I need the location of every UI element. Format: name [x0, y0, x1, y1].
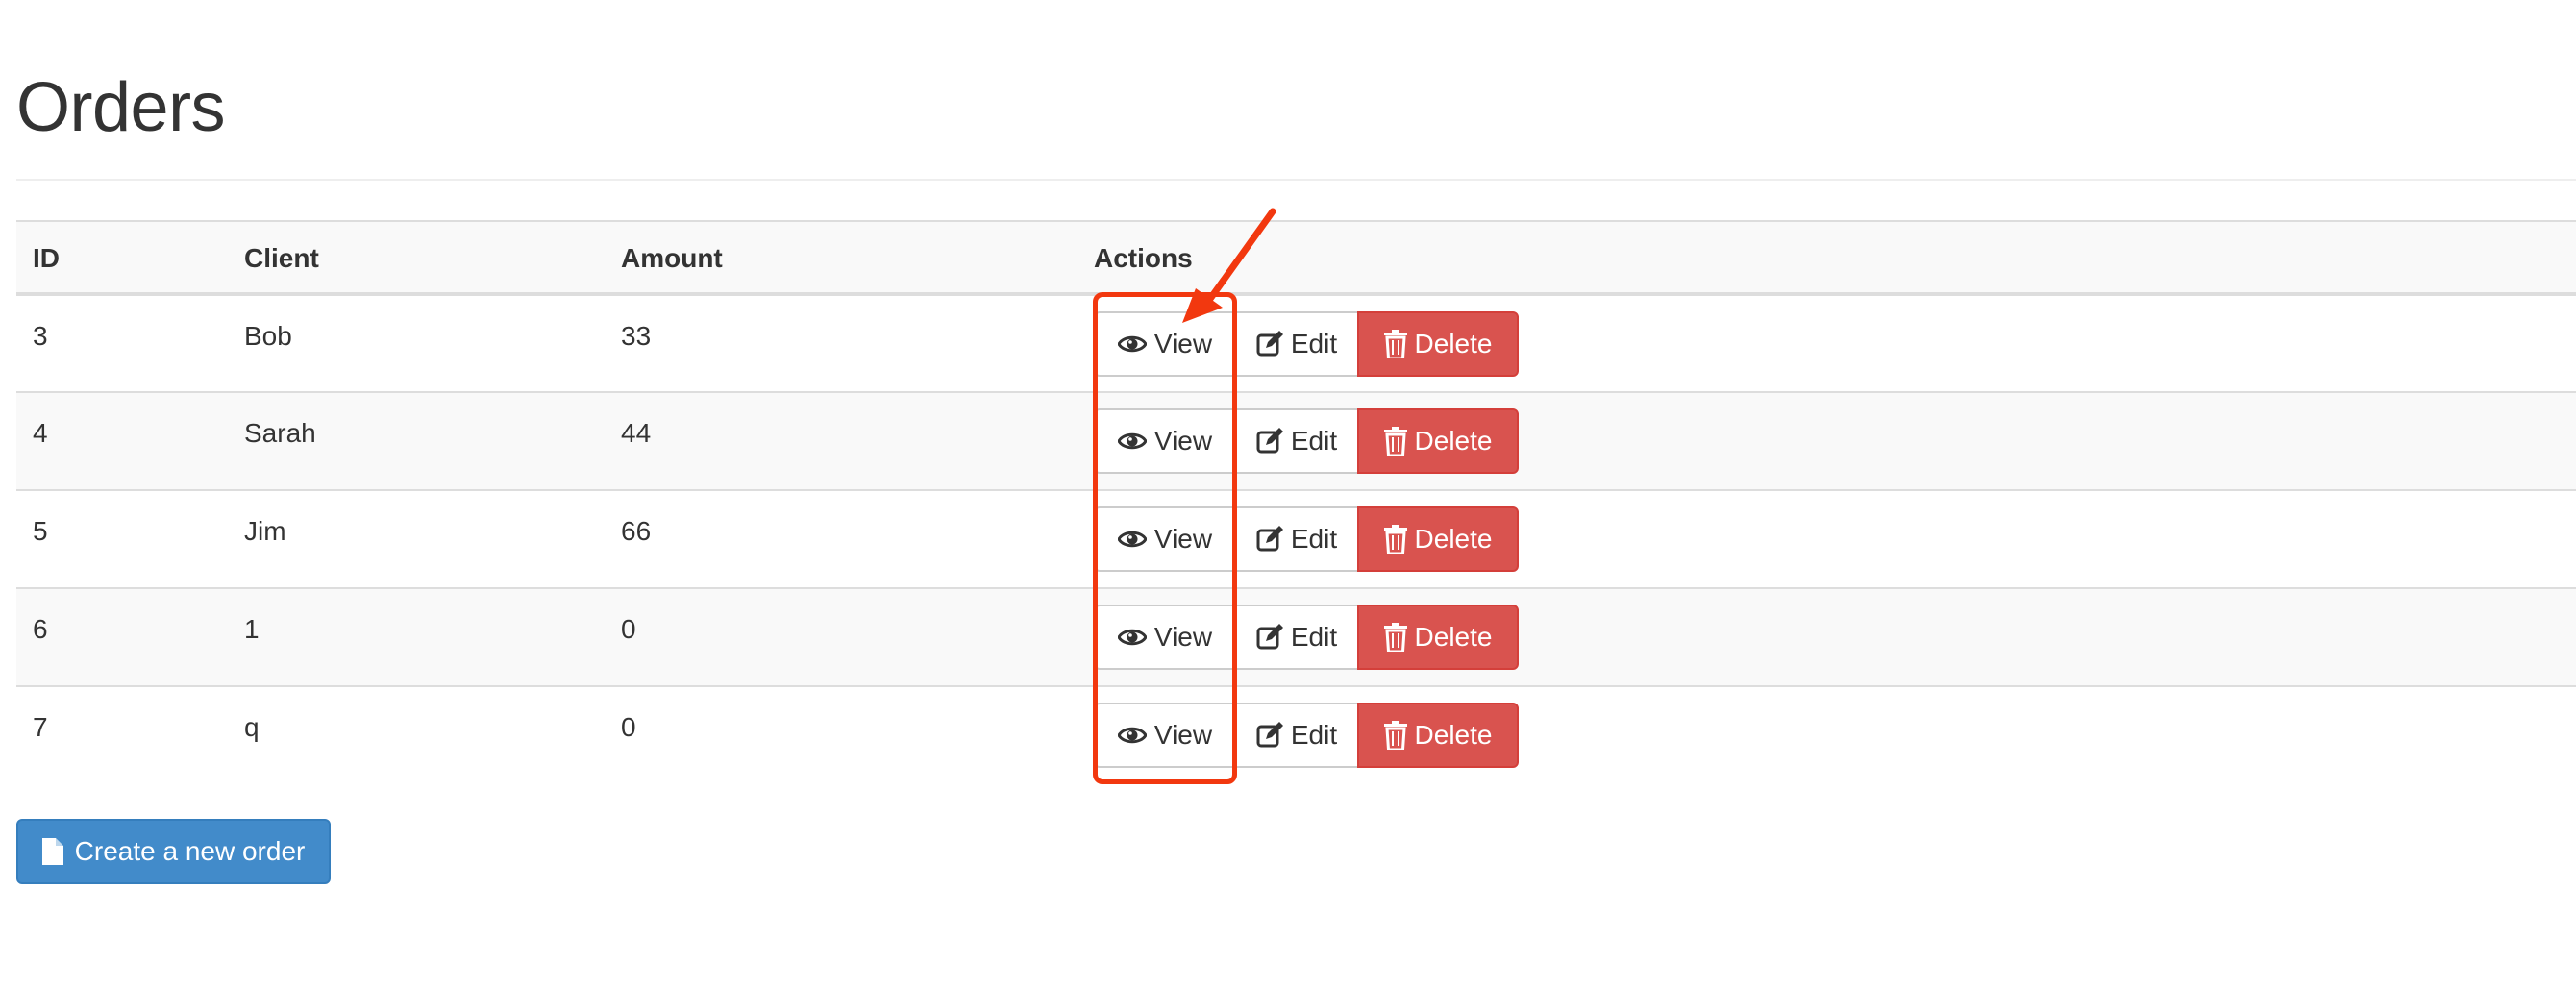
cell-id: 7 [33, 712, 48, 742]
orders-page: Orders ID Client Amount Actions 3 Bob 33 [0, 0, 2576, 988]
trash-icon [1383, 623, 1407, 652]
column-header-client: Client [228, 220, 605, 296]
cell-actions: View Edit Delete [1077, 490, 2576, 588]
cell-actions: View Edit Delete [1077, 588, 2576, 686]
view-button[interactable]: View [1094, 506, 1236, 572]
view-label: View [1153, 720, 1213, 750]
cell-amount: 33 [621, 321, 652, 351]
table-row: 7 q 0 View Edit Delete [16, 686, 2576, 784]
edit-button[interactable]: Edit [1234, 506, 1359, 572]
delete-label: Delete [1414, 622, 1493, 652]
table-row: 6 1 0 View Edit Delete [16, 588, 2576, 686]
cell-actions: View Edit Delete [1077, 686, 2576, 784]
column-header-amount: Amount [605, 220, 1077, 296]
edit-button[interactable]: Edit [1234, 605, 1359, 670]
cell-amount: 66 [621, 516, 652, 546]
trash-icon [1383, 721, 1407, 750]
cell-client: q [244, 712, 260, 742]
orders-table: ID Client Amount Actions 3 Bob 33 View E… [16, 220, 2576, 784]
edit-label: Edit [1290, 329, 1338, 358]
delete-label: Delete [1414, 524, 1493, 554]
view-button[interactable]: View [1094, 311, 1236, 377]
cell-id: 4 [33, 418, 48, 448]
edit-button[interactable]: Edit [1234, 408, 1359, 474]
eye-icon [1117, 531, 1147, 548]
cell-client: Sarah [244, 418, 316, 448]
edit-button[interactable]: Edit [1234, 703, 1359, 768]
row-action-group: View Edit Delete [1094, 408, 2560, 474]
cell-client: Jim [244, 516, 286, 546]
edit-label: Edit [1290, 524, 1338, 554]
edit-icon [1256, 624, 1283, 650]
delete-label: Delete [1414, 426, 1493, 456]
trash-icon [1383, 330, 1407, 358]
row-action-group: View Edit Delete [1094, 506, 2560, 572]
cell-client: 1 [244, 614, 260, 644]
orders-table-body: 3 Bob 33 View Edit Delete 4 Sarah 44 Vie… [16, 294, 2576, 784]
delete-button[interactable]: Delete [1357, 506, 1519, 572]
table-header-row: ID Client Amount Actions [16, 220, 2576, 296]
cell-id: 3 [33, 321, 48, 351]
cell-amount: 44 [621, 418, 652, 448]
file-icon [41, 838, 63, 865]
trash-icon [1383, 525, 1407, 554]
column-header-actions: Actions [1077, 220, 2576, 296]
eye-icon [1117, 432, 1147, 450]
view-button[interactable]: View [1094, 408, 1236, 474]
table-row: 4 Sarah 44 View Edit Delete [16, 392, 2576, 490]
cell-id: 6 [33, 614, 48, 644]
page-header: Orders [16, 0, 2576, 181]
page-title: Orders [16, 69, 226, 146]
view-label: View [1153, 329, 1213, 358]
delete-label: Delete [1414, 720, 1493, 750]
view-label: View [1153, 524, 1213, 554]
cell-actions: View Edit Delete [1077, 392, 2576, 490]
view-button[interactable]: View [1094, 605, 1236, 670]
trash-icon [1383, 427, 1407, 456]
edit-icon [1256, 526, 1283, 552]
cell-client: Bob [244, 321, 292, 351]
row-action-group: View Edit Delete [1094, 605, 2560, 670]
edit-button[interactable]: Edit [1234, 311, 1359, 377]
delete-button[interactable]: Delete [1357, 703, 1519, 768]
edit-icon [1256, 428, 1283, 454]
table-row: 3 Bob 33 View Edit Delete [16, 294, 2576, 392]
row-action-group: View Edit Delete [1094, 703, 2560, 768]
create-order-button[interactable]: Create a new order [16, 819, 331, 884]
edit-label: Edit [1290, 426, 1338, 456]
eye-icon [1117, 727, 1147, 744]
delete-label: Delete [1414, 329, 1493, 358]
edit-icon [1256, 331, 1283, 357]
edit-icon [1256, 722, 1283, 748]
edit-label: Edit [1290, 720, 1338, 750]
view-label: View [1153, 622, 1213, 652]
cell-id: 5 [33, 516, 48, 546]
cell-amount: 0 [621, 614, 636, 644]
view-label: View [1153, 426, 1213, 456]
edit-label: Edit [1290, 622, 1338, 652]
delete-button[interactable]: Delete [1357, 605, 1519, 670]
table-row: 5 Jim 66 View Edit Delete [16, 490, 2576, 588]
eye-icon [1117, 335, 1147, 353]
view-button[interactable]: View [1094, 703, 1236, 768]
create-order-label: Create a new order [74, 836, 306, 866]
cell-amount: 0 [621, 712, 636, 742]
delete-button[interactable]: Delete [1357, 311, 1519, 377]
delete-button[interactable]: Delete [1357, 408, 1519, 474]
column-header-id: ID [16, 220, 228, 296]
row-action-group: View Edit Delete [1094, 311, 2560, 377]
cell-actions: View Edit Delete [1077, 294, 2576, 392]
eye-icon [1117, 629, 1147, 646]
